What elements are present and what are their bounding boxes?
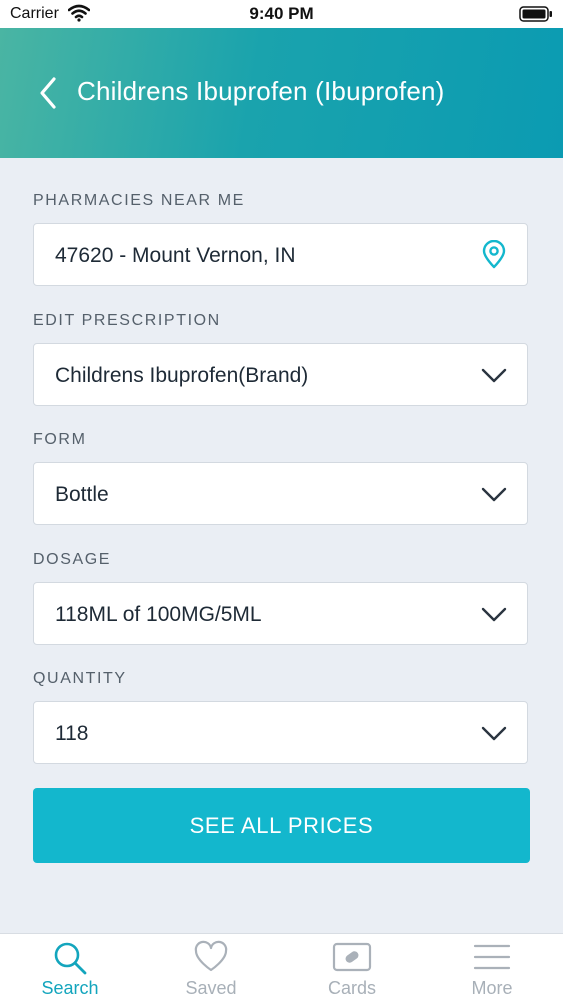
tab-saved-label: Saved: [185, 978, 237, 998]
form-label: FORM: [33, 431, 87, 448]
clock: 9:40 PM: [249, 4, 314, 23]
chevron-down-icon: [481, 607, 507, 628]
chevron-down-icon: [481, 368, 507, 389]
tab-more[interactable]: More: [422, 934, 562, 1001]
tab-bar: Search Saved Cards More: [0, 933, 563, 1001]
chevron-down-icon: [481, 487, 507, 508]
location-pin-icon[interactable]: [481, 239, 507, 275]
search-icon: [52, 940, 88, 981]
header-bar: Childrens Ibuprofen (Ibuprofen): [0, 28, 563, 158]
dosage-dropdown[interactable]: 118ML of 100MG/5ML: [33, 582, 528, 645]
quantity-value: 118: [55, 722, 89, 745]
tab-saved[interactable]: Saved: [141, 934, 281, 1001]
battery-icon: [519, 6, 553, 27]
form-dropdown[interactable]: Bottle: [33, 462, 528, 525]
page-title: Childrens Ibuprofen (Ibuprofen): [77, 76, 445, 106]
quantity-dropdown[interactable]: 118: [33, 701, 528, 764]
card-icon: [332, 940, 372, 979]
menu-icon: [473, 940, 511, 979]
status-bar: Carrier 9:40 PM: [0, 0, 563, 28]
heart-icon: [193, 940, 229, 979]
see-all-prices-button[interactable]: SEE ALL PRICES: [33, 788, 530, 863]
tab-search[interactable]: Search: [0, 934, 140, 1001]
prescription-dropdown[interactable]: Childrens Ibuprofen(Brand): [33, 343, 528, 406]
tab-cards[interactable]: Cards: [282, 934, 422, 1001]
tab-cards-label: Cards: [327, 978, 376, 998]
dosage-value: 118ML of 100MG/5ML: [55, 603, 262, 626]
prescription-label: EDIT PRESCRIPTION: [33, 312, 221, 329]
pharmacy-location-value: 47620 - Mount Vernon, IN: [55, 244, 296, 267]
quantity-label: QUANTITY: [33, 670, 127, 687]
prescription-value: Childrens Ibuprofen(Brand): [55, 364, 309, 387]
pharmacy-location-field[interactable]: 47620 - Mount Vernon, IN: [33, 223, 528, 286]
form-value: Bottle: [55, 483, 109, 506]
tab-search-label: Search: [41, 978, 99, 998]
tab-more-label: More: [471, 978, 513, 998]
dosage-label: DOSAGE: [33, 551, 112, 568]
chevron-down-icon: [481, 726, 507, 747]
back-chevron-icon[interactable]: [36, 75, 62, 111]
pharmacies-label: PHARMACIES NEAR ME: [33, 192, 245, 209]
